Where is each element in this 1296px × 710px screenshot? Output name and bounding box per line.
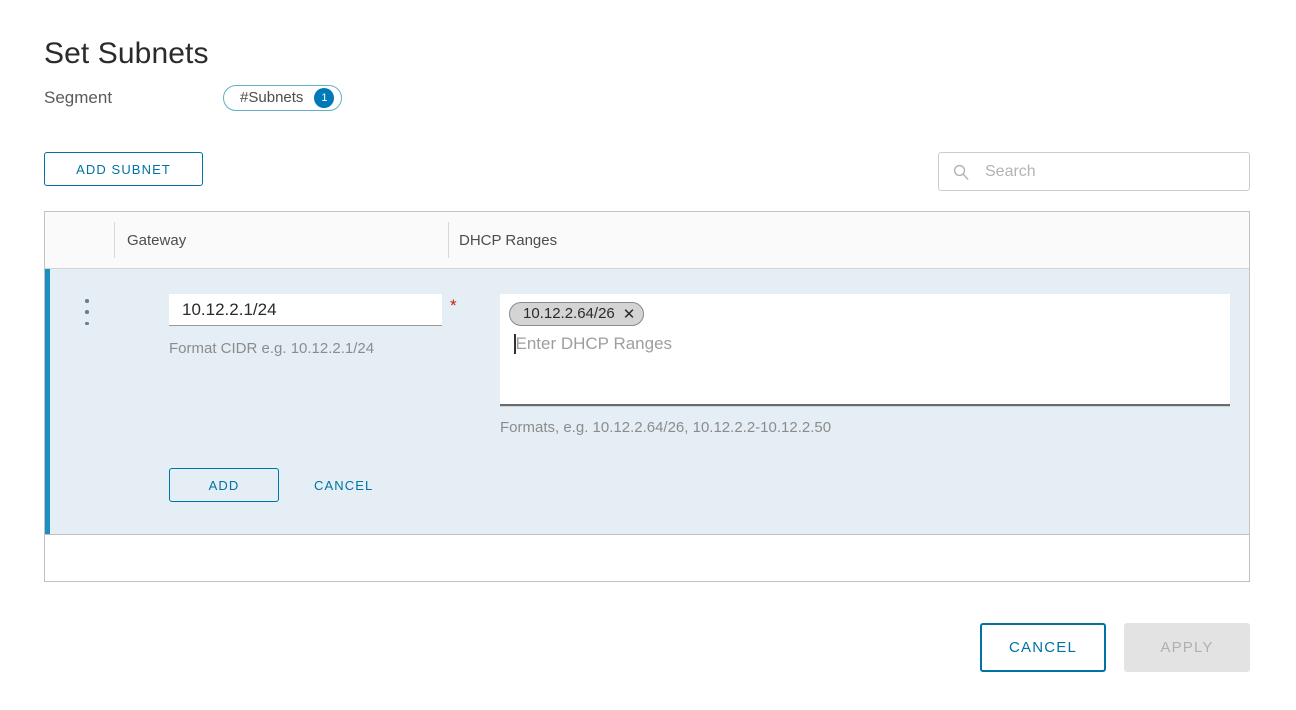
row-action-buttons: ADD CANCEL <box>169 468 373 502</box>
column-header-handle <box>45 222 114 258</box>
dhcp-range-chip[interactable]: 10.12.2.64/26 ✕ <box>509 302 644 326</box>
page-title: Set Subnets <box>44 36 209 72</box>
gateway-required-marker: * <box>450 296 457 316</box>
table-footer-row <box>45 535 1249 581</box>
search-input[interactable] <box>985 163 1249 181</box>
segment-row: Segment #Subnets 1 <box>44 84 342 112</box>
dhcp-placeholder: Enter DHCP Ranges <box>516 334 673 354</box>
dhcp-entry-line: Enter DHCP Ranges <box>509 333 1221 355</box>
cancel-button[interactable]: CANCEL <box>980 623 1106 672</box>
table-header-row: Gateway DHCP Ranges <box>45 212 1249 269</box>
search-box[interactable] <box>938 152 1250 191</box>
search-icon <box>952 163 970 181</box>
add-subnet-button[interactable]: ADD SUBNET <box>44 152 203 186</box>
dhcp-ranges-input[interactable]: 10.12.2.64/26 ✕ Enter DHCP Ranges <box>500 294 1230 406</box>
dhcp-hint: Formats, e.g. 10.12.2.64/26, 10.12.2.2-1… <box>500 419 1230 437</box>
table-row-edit: * Format CIDR e.g. 10.12.2.1/24 10.12.2.… <box>45 269 1249 535</box>
set-subnets-dialog: Set Subnets Segment #Subnets 1 ADD SUBNE… <box>0 0 1296 710</box>
gateway-hint: Format CIDR e.g. 10.12.2.1/24 <box>169 340 469 358</box>
row-accent-bar <box>45 269 50 534</box>
subnets-pill-label: #Subnets <box>240 89 303 107</box>
dhcp-ranges-cell: 10.12.2.64/26 ✕ Enter DHCP Ranges Format… <box>500 294 1230 437</box>
column-header-gateway: Gateway <box>114 222 448 258</box>
subnets-pill-badge: 1 <box>314 88 334 108</box>
gateway-cell: * Format CIDR e.g. 10.12.2.1/24 <box>169 294 469 358</box>
subnets-table: Gateway DHCP Ranges * Format CIDR e.g. 1… <box>44 211 1250 582</box>
dhcp-range-chip-label: 10.12.2.64/26 <box>523 305 615 323</box>
column-header-dhcp-ranges: DHCP Ranges <box>448 222 1249 258</box>
row-cancel-button[interactable]: CANCEL <box>314 468 373 502</box>
apply-button[interactable]: APPLY <box>1124 623 1250 672</box>
row-add-button[interactable]: ADD <box>169 468 279 502</box>
segment-label: Segment <box>44 87 112 109</box>
close-icon[interactable]: ✕ <box>623 307 636 322</box>
kebab-menu-icon[interactable] <box>77 299 97 325</box>
subnets-count-pill[interactable]: #Subnets 1 <box>223 85 342 111</box>
gateway-input[interactable] <box>169 294 442 326</box>
dialog-footer: CANCEL APPLY <box>980 623 1250 672</box>
